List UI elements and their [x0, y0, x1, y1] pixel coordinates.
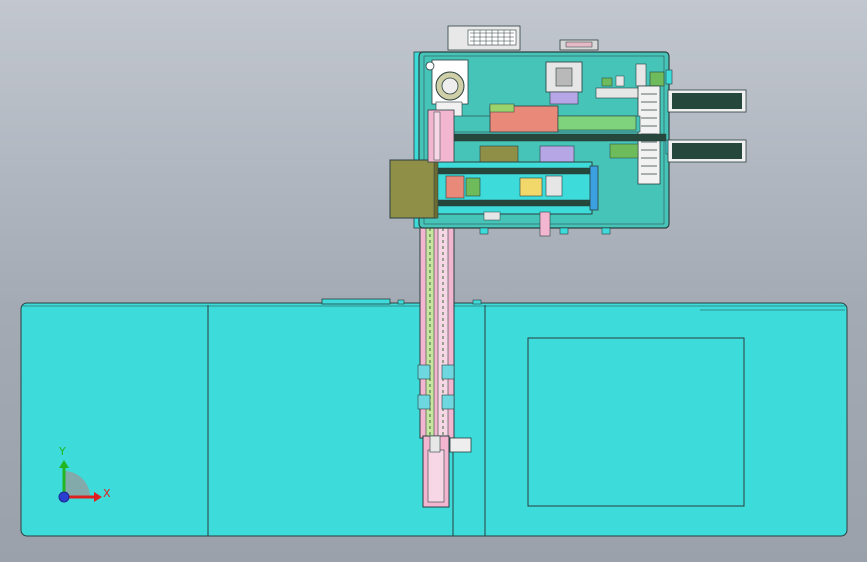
cad-viewport[interactable]: X Y — [0, 0, 867, 562]
y-axis-label: Y — [58, 445, 66, 458]
x-axis-label: X — [103, 487, 111, 500]
upper-machine-frame — [389, 25, 673, 237]
blue-cylinder — [589, 165, 599, 211]
output-conveyors — [667, 89, 747, 163]
olive-gripper-block — [389, 159, 437, 219]
triad-origin — [58, 491, 70, 503]
upper-pink-rail — [427, 109, 455, 163]
machine-drawing: X Y — [20, 25, 848, 537]
dark-crossbar — [443, 133, 667, 142]
green-slide — [557, 115, 637, 131]
rail-end-block — [449, 437, 472, 453]
base-top-plate — [321, 298, 391, 305]
